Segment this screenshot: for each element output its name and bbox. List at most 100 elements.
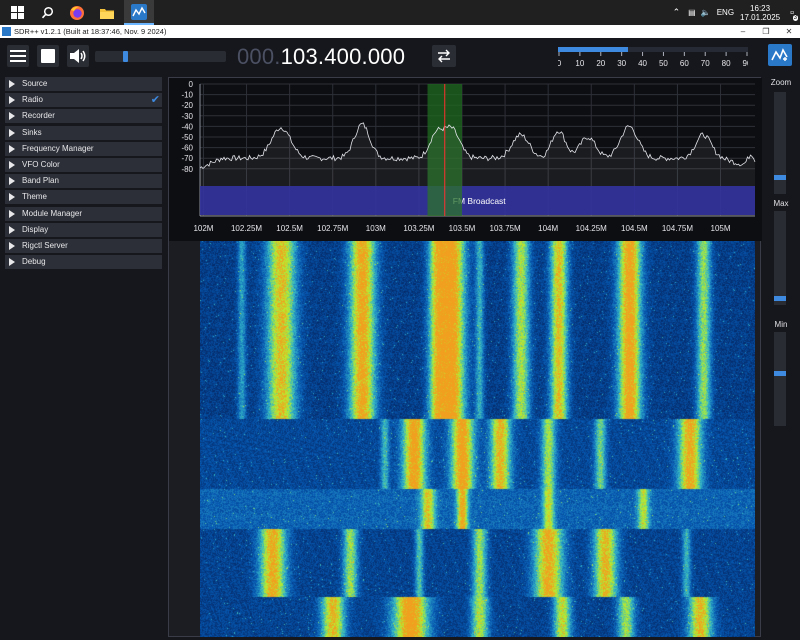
window-titlebar: SDR++ v1.2.1 (Built at 18:37:46, Nov. 9 … [0,25,800,38]
sidebar-item-source[interactable]: Source [5,77,162,91]
expand-triangle-icon [9,80,15,88]
notification-count: 3 [792,14,798,21]
chevron-up-icon[interactable]: ⌃ [673,7,681,18]
sdrpp-logo-icon [768,44,792,66]
sidebar-item-label: Theme [22,192,47,202]
close-button[interactable]: ✕ [778,25,800,38]
expand-triangle-icon [9,177,15,186]
swap-tuning-button[interactable] [432,45,456,67]
sidebar-item-label: Rigctl Server [22,240,68,250]
system-tray: ⌃ ▤ 🔈 ENG 16:23 17.01.2025 ▫ 3 [673,0,800,25]
toolbar: 000.103.400.000 0 10 20 30 40 50 60 70 80 90 [0,38,800,74]
app-title-icon [2,27,11,36]
db-axis-label: -30 [181,112,193,121]
freq-axis-label: 103.75M [490,224,521,233]
network-icon[interactable]: ▤ [688,8,696,17]
sdrpp-app: 000.103.400.000 0 10 20 30 40 50 60 70 80 90 Sour… [0,38,800,640]
volume-slider[interactable] [95,51,226,62]
hamburger-menu-icon[interactable] [7,45,29,67]
spectrum-waterfall-view[interactable]: 0 -10 -20 -30 -40 -50 -60 -70 -80 102M 102.25M 102.… [168,77,762,637]
sidebar-item-label: Debug [22,257,46,267]
sidebar-item-label: VFO Color [22,159,60,169]
expand-triangle-icon [9,225,15,234]
max-db-slider-grab[interactable] [774,296,786,301]
db-axis-label: -10 [181,91,193,100]
sidebar-item-recorder[interactable]: Recorder [5,109,162,124]
snr-tick-label: 60 [680,59,689,68]
expand-triangle-icon [9,258,15,267]
notification-icon[interactable]: ▫ 3 [790,7,798,21]
freq-axis-label: 103.5M [449,224,476,233]
max-label: Max [773,199,789,208]
expand-triangle-icon [9,144,15,153]
stop-button[interactable] [37,45,59,67]
language-indicator[interactable]: ENG [717,8,734,17]
expand-triangle-icon [9,193,15,202]
firefox-icon[interactable] [62,0,92,25]
checkmark-icon[interactable]: ✔ [151,93,160,107]
freq-axis-label: 102M [193,224,213,233]
snr-tick-label: 90 [743,59,748,68]
maximize-button[interactable]: ❐ [755,25,777,38]
snr-tick-label: 20 [596,59,605,68]
sidebar-item-label: Frequency Manager [22,143,94,153]
expand-triangle-icon [9,241,15,250]
sidebar-item-band-plan[interactable]: Band Plan [5,174,162,189]
sdrpp-taskbar-icon[interactable] [124,0,154,25]
clock-date: 17.01.2025 [740,12,781,22]
snr-tick-label: 50 [659,59,668,68]
frequency-prefix: 000. [237,44,281,69]
min-db-slider[interactable] [774,332,786,426]
windows-taskbar: ⌃ ▤ 🔈 ENG 16:23 17.01.2025 ▫ 3 [0,0,800,25]
mute-button[interactable] [67,45,89,67]
freq-axis-label: 104M [538,224,558,233]
snr-tick-label: 0 [558,59,562,68]
speaker-tray-icon[interactable]: 🔈 [701,8,711,17]
window-title: SDR++ v1.2.1 (Built at 18:37:46, Nov. 9 … [14,27,167,36]
snr-tick-label: 30 [617,59,626,68]
db-axis-label: 0 [189,80,194,89]
waterfall-display[interactable] [200,241,755,637]
sidebar-item-label: Source [22,79,48,88]
min-db-slider-grab[interactable] [774,371,786,376]
freq-axis-label: 104.75M [662,224,693,233]
freq-axis-label: 105M [711,224,731,233]
zoom-label: Zoom [770,78,792,87]
speaker-icon [70,49,86,63]
windows-start-icon[interactable] [2,0,32,25]
zoom-slider-grab[interactable] [774,175,786,180]
fft-spectrum-plot[interactable]: 0 -10-20 -30-40 -50 -60-70 -80 102M 102.25M 102.… [169,78,762,241]
freq-axis-label: 103.25M [403,224,434,233]
sidebar-item-label: Sinks [22,127,42,137]
minimize-button[interactable]: – [732,25,754,38]
freq-axis-label: 104.5M [621,224,648,233]
sidebar-item-debug[interactable]: Debug [5,255,162,270]
file-explorer-icon[interactable] [92,0,122,25]
freq-axis-label: 104.25M [576,224,607,233]
swap-arrows-icon [438,49,450,63]
sidebar-item-radio[interactable]: Radio ✔ [5,93,162,108]
search-icon[interactable] [32,0,62,25]
snr-tick-label: 70 [701,59,710,68]
frequency-value: 103.400.000 [280,44,406,69]
sidebar-item-vfo-color[interactable]: VFO Color [5,157,162,172]
max-db-slider[interactable] [774,211,786,305]
snr-tick-label: 80 [722,59,731,68]
volume-slider-grab[interactable] [123,51,128,62]
db-axis-label: -40 [181,122,193,131]
sidebar-item-sinks[interactable]: Sinks [5,125,162,140]
sidebar-item-rigctl-server[interactable]: Rigctl Server [5,238,162,253]
db-axis-label: -20 [181,101,193,110]
clock[interactable]: 16:23 17.01.2025 [740,4,780,22]
sidebar-item-module-manager[interactable]: Module Manager [5,206,162,221]
db-axis-label: -60 [181,144,193,153]
db-axis-label: -70 [181,154,193,163]
sidebar-item-frequency-manager[interactable]: Frequency Manager [5,141,162,156]
sidebar-menu: Source Radio ✔ Recorder Sinks Frequency Manag… [5,77,162,271]
frequency-display[interactable]: 000.103.400.000 [237,44,405,70]
sidebar-item-label: Band Plan [22,176,59,186]
sidebar-item-theme[interactable]: Theme [5,190,162,205]
sidebar-item-display[interactable]: Display [5,222,162,237]
freq-axis-label: 102.25M [231,224,262,233]
expand-triangle-icon [9,160,15,169]
